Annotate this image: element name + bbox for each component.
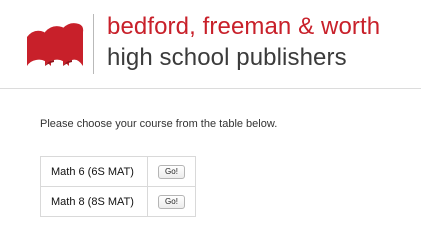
- go-cell: Go!: [147, 186, 196, 217]
- header-divider: [93, 14, 94, 74]
- course-name: Math 6 (6S MAT): [40, 156, 148, 187]
- course-table: Math 6 (6S MAT) Go! Math 8 (8S MAT) Go!: [40, 156, 196, 217]
- macmillan-m-logo-icon: [27, 23, 84, 67]
- instructions-text: Please choose your course from the table…: [40, 118, 278, 130]
- brand-name: bedford, freeman & worth: [107, 13, 381, 40]
- table-row: Math 6 (6S MAT) Go!: [40, 156, 196, 187]
- table-row: Math 8 (8S MAT) Go!: [40, 186, 196, 217]
- course-name: Math 8 (8S MAT): [40, 186, 148, 217]
- go-cell: Go!: [147, 156, 196, 187]
- go-button[interactable]: Go!: [158, 164, 185, 179]
- go-button[interactable]: Go!: [158, 194, 185, 209]
- site-header: bedford, freeman & worth high school pub…: [0, 0, 421, 89]
- brand-tagline: high school publishers: [107, 44, 347, 71]
